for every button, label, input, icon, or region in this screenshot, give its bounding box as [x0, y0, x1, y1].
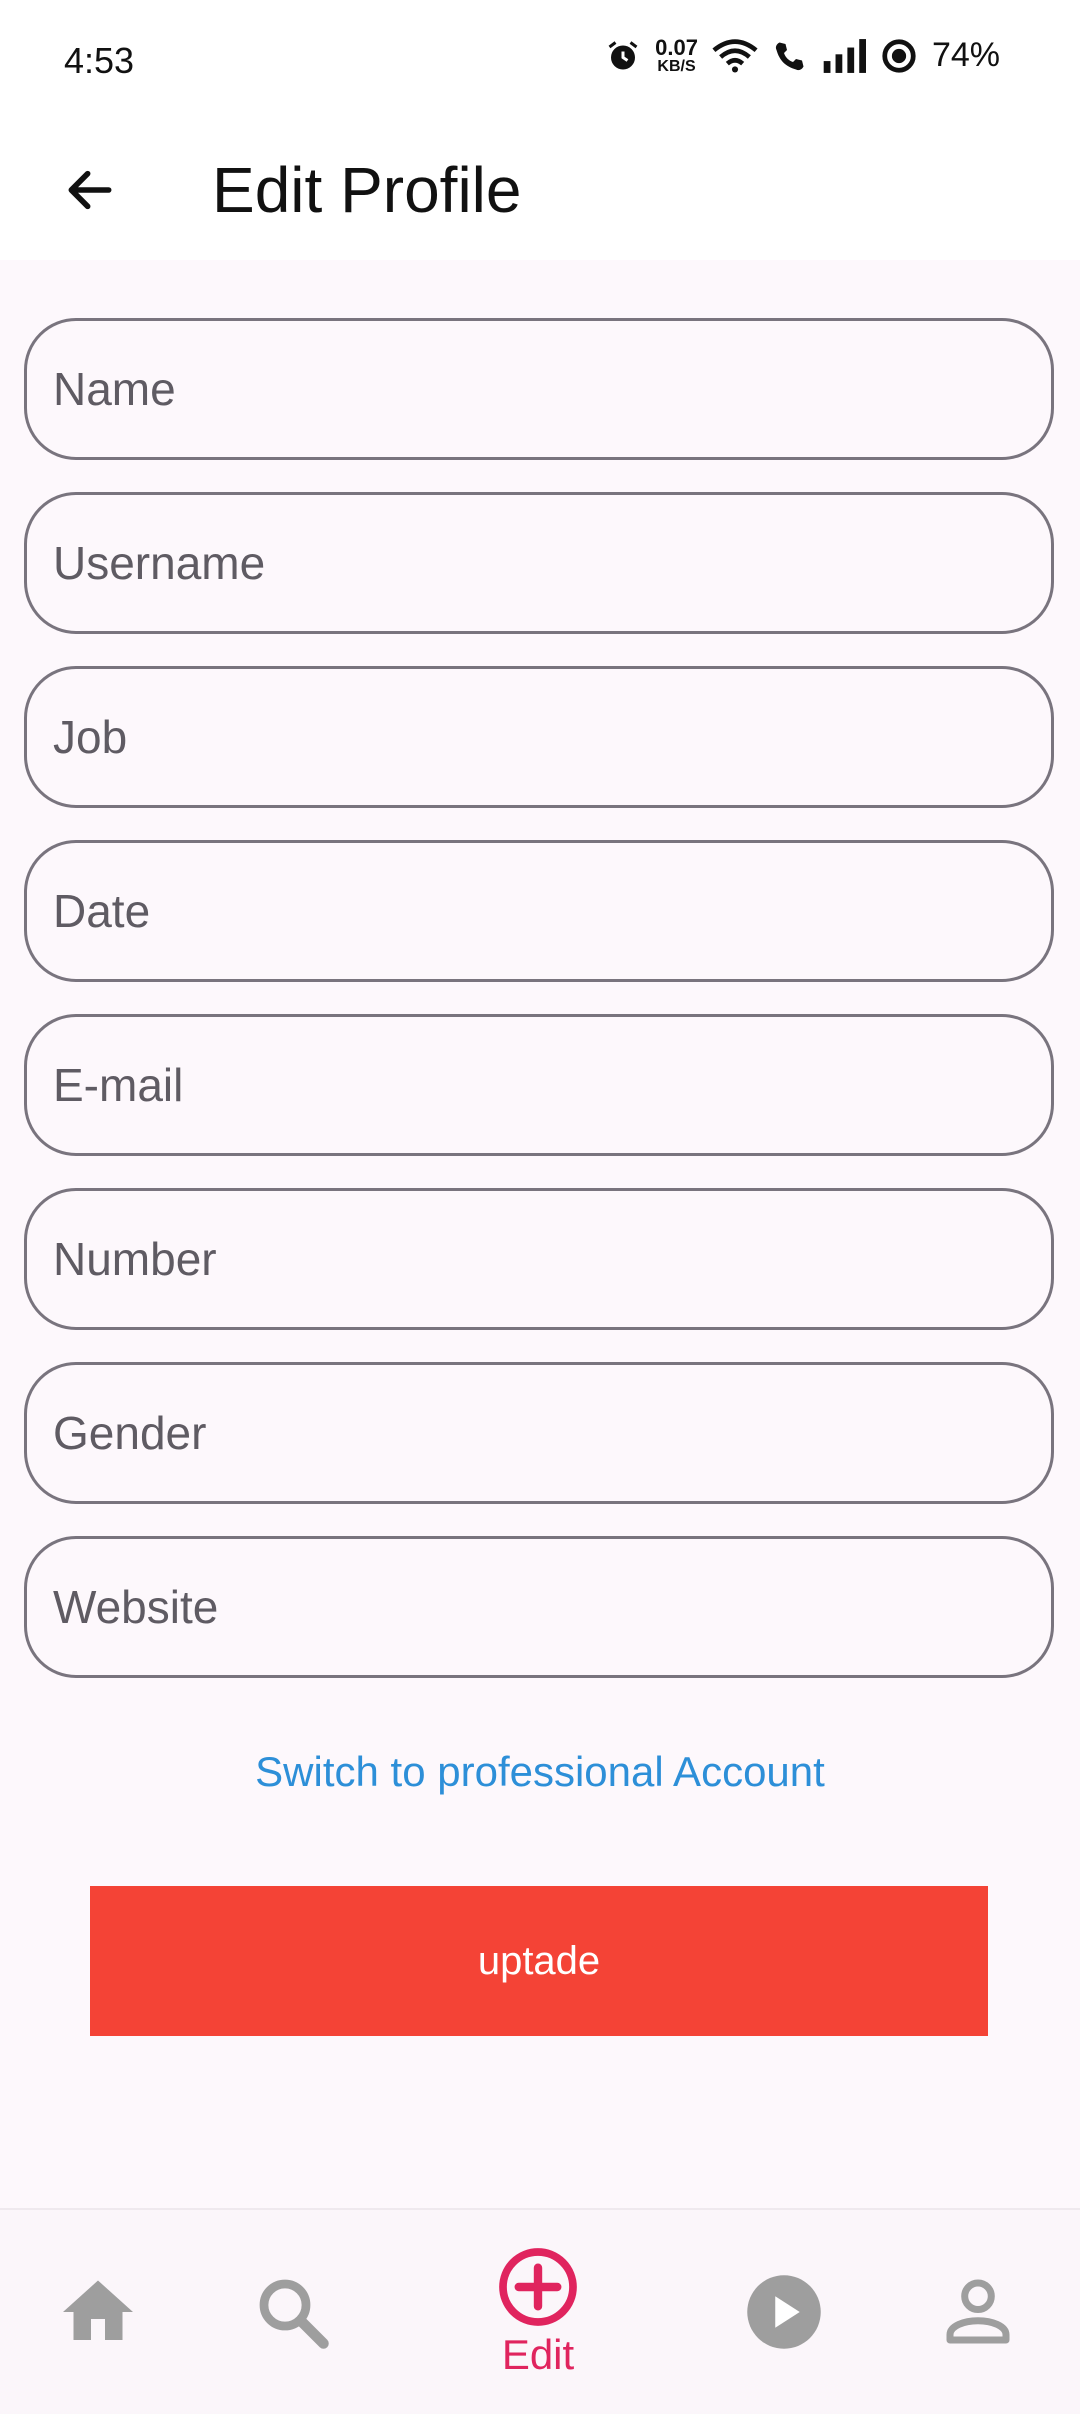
nav-home[interactable] — [18, 2210, 178, 2414]
nav-edit[interactable]: Edit — [458, 2210, 618, 2414]
edit-profile-form — [24, 318, 1054, 1710]
app-bar: Edit Profile — [0, 120, 1080, 260]
nav-edit-label: Edit — [501, 2331, 575, 2378]
status-bar: 4:53 0.07 KB/S 74% — [0, 0, 1080, 120]
username-field[interactable] — [24, 492, 1054, 634]
wifi-call-icon — [775, 42, 804, 70]
nav-profile[interactable] — [898, 2210, 1058, 2414]
update-button[interactable]: uptade — [90, 1886, 988, 2036]
person-icon — [946, 2279, 1010, 2344]
back-button[interactable] — [48, 148, 132, 232]
name-field[interactable] — [24, 318, 1054, 460]
alarm-icon — [608, 40, 638, 69]
status-icons: 0.07 KB/S 74% — [605, 36, 1000, 75]
network-speed-unit: KB/S — [657, 57, 696, 75]
switch-professional-link[interactable]: Switch to professional Account — [0, 1748, 1080, 1796]
signal-icon — [823, 38, 866, 73]
bottom-nav: Edit — [0, 2208, 1080, 2414]
number-field[interactable] — [24, 1188, 1054, 1330]
home-icon — [63, 2280, 133, 2340]
email-field[interactable] — [24, 1014, 1054, 1156]
network-speed-value: 0.07 — [655, 34, 698, 60]
search-icon — [259, 2279, 329, 2349]
website-field[interactable] — [24, 1536, 1054, 1678]
nav-search[interactable] — [212, 2210, 372, 2414]
page-title: Edit Profile — [212, 154, 522, 226]
nav-play[interactable] — [704, 2210, 864, 2414]
job-field[interactable] — [24, 666, 1054, 808]
play-icon — [747, 2275, 821, 2349]
battery-ring-icon — [882, 38, 916, 73]
arrow-left-icon — [68, 170, 112, 210]
add-circle-icon — [499, 2248, 577, 2326]
battery-percent: 74% — [931, 36, 1000, 74]
date-field[interactable] — [24, 840, 1054, 982]
network-speed: 0.07 KB/S — [655, 34, 698, 75]
gender-field[interactable] — [24, 1362, 1054, 1504]
status-time: 4:53 — [64, 40, 135, 81]
wifi-icon — [712, 38, 758, 72]
